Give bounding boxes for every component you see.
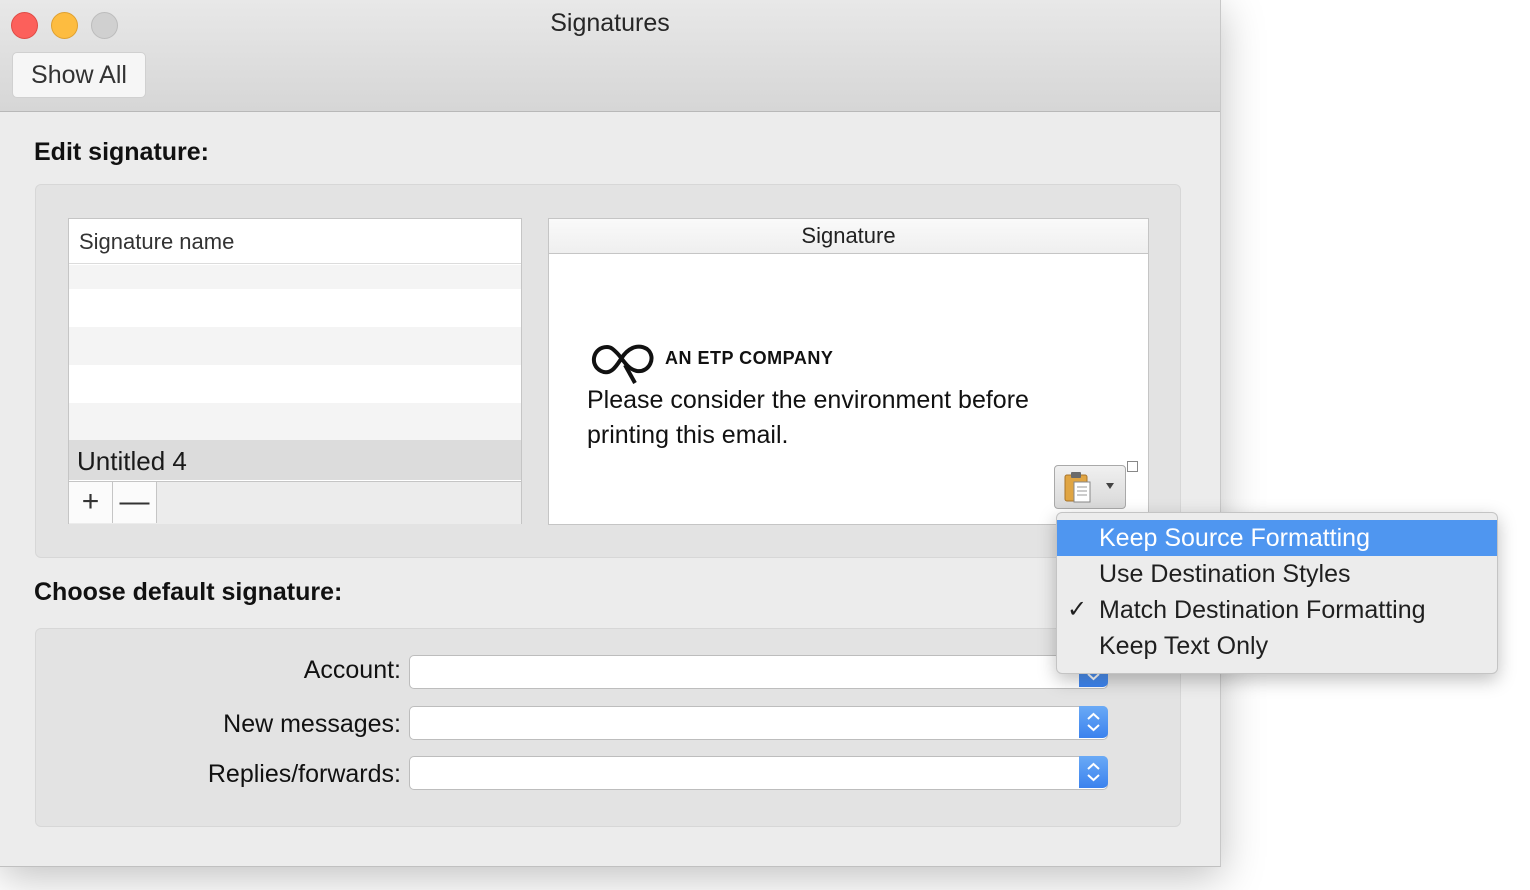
title-bar: Signatures Show All — [0, 0, 1220, 112]
list-empty-row — [69, 403, 521, 441]
chevron-updown-icon — [1087, 712, 1100, 732]
signature-line-2: printing this email. — [587, 421, 789, 449]
signature-list-item-untitled-4[interactable]: Untitled 4 — [69, 440, 521, 480]
signature-editor-header: Signature — [549, 219, 1148, 254]
list-empty-row — [69, 365, 521, 403]
account-select[interactable] — [409, 655, 1108, 689]
new-messages-stepper[interactable] — [1079, 706, 1108, 738]
chevron-updown-icon — [1087, 762, 1100, 782]
paste-options-button[interactable] — [1054, 465, 1126, 509]
list-controls-bar: + — — [69, 481, 521, 524]
checkmark-icon: ✓ — [1067, 596, 1088, 623]
paste-options-menu: Keep Source Formatting Use Destination S… — [1056, 512, 1498, 674]
list-empty-row — [69, 327, 521, 365]
signature-name-list[interactable]: Signature name Untitled 4 + — — [68, 218, 522, 524]
menu-item-keep-source-formatting[interactable]: Keep Source Formatting — [1057, 520, 1497, 556]
window-title: Signatures — [550, 9, 670, 37]
new-messages-label: New messages: — [223, 710, 401, 738]
signature-name-column-header: Signature name — [69, 219, 521, 264]
menu-item-label: Keep Text Only — [1099, 632, 1269, 660]
clipboard-icon — [1064, 472, 1114, 503]
chevron-down-icon — [1106, 483, 1114, 489]
signature-line-1: Please consider the environment before — [587, 386, 1029, 414]
menu-item-label: Match Destination Formatting — [1099, 596, 1426, 624]
menu-item-match-destination-formatting[interactable]: ✓ Match Destination Formatting — [1057, 592, 1497, 628]
replies-forwards-label: Replies/forwards: — [207, 760, 401, 788]
list-empty-row — [69, 289, 521, 327]
signature-body-text: Please consider the environment before p… — [587, 383, 1067, 453]
replies-forwards-stepper[interactable] — [1079, 756, 1108, 788]
account-label: Account: — [303, 656, 401, 684]
add-signature-button[interactable]: + — [69, 482, 113, 523]
menu-item-keep-text-only[interactable]: Keep Text Only — [1057, 628, 1497, 664]
logo-text: AN ETP COMPANY — [665, 348, 834, 368]
company-logo-icon — [591, 344, 654, 384]
signatures-window: Signatures Show All Edit signature: Sign… — [0, 0, 1221, 867]
choose-default-heading: Choose default signature: — [34, 578, 343, 606]
edit-signature-heading: Edit signature: — [34, 138, 210, 166]
new-messages-select[interactable] — [409, 706, 1108, 740]
menu-item-label: Keep Source Formatting — [1099, 524, 1370, 552]
replies-forwards-select[interactable] — [409, 756, 1108, 790]
remove-signature-button[interactable]: — — [113, 482, 157, 523]
resize-handle[interactable] — [1127, 461, 1138, 472]
menu-item-label: Use Destination Styles — [1099, 560, 1351, 588]
show-all-button[interactable]: Show All — [12, 52, 146, 98]
list-empty-row — [69, 265, 521, 289]
menu-item-use-destination-styles[interactable]: Use Destination Styles — [1057, 556, 1497, 592]
